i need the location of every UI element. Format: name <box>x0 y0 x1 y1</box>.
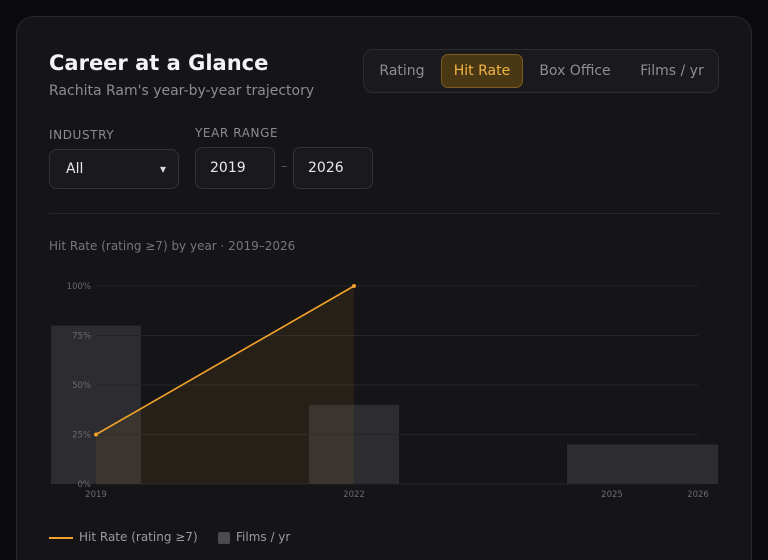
x-tick-label-2025: 2025 <box>601 490 623 500</box>
y-tick-label: 0% <box>78 480 92 490</box>
y-tick-label: 100% <box>67 282 91 292</box>
hit-rate-point-2022 <box>352 284 356 288</box>
hit-rate-chart: 0% 25% 50% 75% 100% 2019 2022 2025 2026 <box>51 282 718 500</box>
bar-films-2025 <box>567 444 657 484</box>
hit-rate-point-2019 <box>94 432 98 437</box>
y-tick-label: 25% <box>72 431 91 441</box>
x-tick-label-2026: 2026 <box>687 490 709 500</box>
x-tick-label-2022: 2022 <box>343 490 365 500</box>
bar-films-2026 <box>653 444 718 484</box>
x-tick-label-2019: 2019 <box>85 490 107 500</box>
y-tick-label: 75% <box>72 332 91 342</box>
y-tick-label: 50% <box>72 381 91 391</box>
